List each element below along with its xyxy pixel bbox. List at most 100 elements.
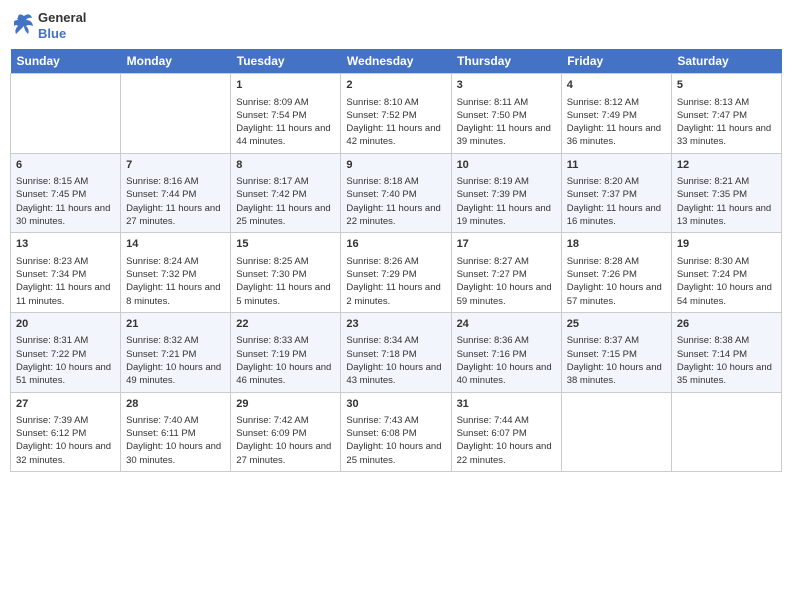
weekday-header-row: SundayMondayTuesdayWednesdayThursdayFrid… [11, 49, 782, 74]
calendar-cell: 28Sunrise: 7:40 AMSunset: 6:11 PMDayligh… [121, 392, 231, 472]
calendar-cell: 7 Sunrise: 8:16 AMSunset: 7:44 PMDaylight… [121, 153, 231, 233]
day-number: 6 [16, 158, 115, 173]
calendar-cell: 22Sunrise: 8:33 AMSunset: 7:19 PMDayligh… [231, 312, 341, 392]
day-number: 8 [236, 158, 335, 173]
day-info: Sunrise: 8:33 AMSunset: 7:19 PMDaylight:… [236, 334, 335, 387]
day-info: Sunrise: 8:25 AMSunset: 7:30 PMDaylight:… [236, 255, 335, 308]
calendar-cell: 25Sunrise: 8:37 AMSunset: 7:15 PMDayligh… [561, 312, 671, 392]
day-info: Sunrise: 8:17 AMSunset: 7:42 PMDaylight:… [236, 175, 335, 228]
day-info: Sunrise: 8:12 AMSunset: 7:49 PMDaylight:… [567, 96, 666, 149]
calendar-cell: 2Sunrise: 8:10 AMSunset: 7:52 PMDaylight… [341, 74, 451, 154]
calendar-cell: 11 Sunrise: 8:20 AMSunset: 7:37 PMDayligh… [561, 153, 671, 233]
day-info: Sunrise: 7:39 AMSunset: 6:12 PMDaylight:… [16, 414, 115, 467]
day-number: 9 [346, 158, 445, 173]
day-info: Sunrise: 8:24 AMSunset: 7:32 PMDaylight:… [126, 255, 225, 308]
calendar-cell: 12 Sunrise: 8:21 AMSunset: 7:35 PMDayligh… [671, 153, 781, 233]
day-number: 11 [567, 158, 666, 173]
weekday-header-thursday: Thursday [451, 49, 561, 74]
calendar-cell: 23Sunrise: 8:34 AMSunset: 7:18 PMDayligh… [341, 312, 451, 392]
day-info: Sunrise: 8:13 AMSunset: 7:47 PMDaylight:… [677, 96, 776, 149]
day-number: 3 [457, 78, 556, 93]
calendar-cell: 5 Sunrise: 8:13 AMSunset: 7:47 PMDaylight… [671, 74, 781, 154]
day-number: 17 [457, 237, 556, 252]
day-info: Sunrise: 8:11 AMSunset: 7:50 PMDaylight:… [457, 96, 556, 149]
calendar-cell: 10 Sunrise: 8:19 AMSunset: 7:39 PMDayligh… [451, 153, 561, 233]
calendar-week-4: 27 Sunrise: 7:39 AMSunset: 6:12 PMDayligh… [11, 392, 782, 472]
calendar-week-1: 6 Sunrise: 8:15 AMSunset: 7:45 PMDaylight… [11, 153, 782, 233]
calendar-cell: 30 Sunrise: 7:43 AMSunset: 6:08 PMDayligh… [341, 392, 451, 472]
day-info: Sunrise: 8:10 AMSunset: 7:52 PMDaylight:… [346, 96, 445, 149]
day-info: Sunrise: 7:44 AMSunset: 6:07 PMDaylight:… [457, 414, 556, 467]
calendar-cell [561, 392, 671, 472]
calendar-cell: 16 Sunrise: 8:26 AMSunset: 7:29 PMDayligh… [341, 233, 451, 313]
calendar-cell: 3 Sunrise: 8:11 AMSunset: 7:50 PMDaylight… [451, 74, 561, 154]
calendar-table: SundayMondayTuesdayWednesdayThursdayFrid… [10, 49, 782, 472]
day-number: 31 [457, 397, 556, 412]
calendar-cell [11, 74, 121, 154]
logo: General Blue [14, 10, 86, 41]
day-info: Sunrise: 8:15 AMSunset: 7:45 PMDaylight:… [16, 175, 115, 228]
calendar-cell: 9 Sunrise: 8:18 AMSunset: 7:40 PMDaylight… [341, 153, 451, 233]
day-info: Sunrise: 8:36 AMSunset: 7:16 PMDaylight:… [457, 334, 556, 387]
day-number: 13 [16, 237, 115, 252]
day-info: Sunrise: 8:26 AMSunset: 7:29 PMDaylight:… [346, 255, 445, 308]
day-number: 15 [236, 237, 335, 252]
day-info: Sunrise: 8:23 AMSunset: 7:34 PMDaylight:… [16, 255, 115, 308]
calendar-cell: 21 Sunrise: 8:32 AMSunset: 7:21 PMDayligh… [121, 312, 231, 392]
day-info: Sunrise: 8:16 AMSunset: 7:44 PMDaylight:… [126, 175, 225, 228]
calendar-week-0: 1Sunrise: 8:09 AMSunset: 7:54 PMDaylight… [11, 74, 782, 154]
day-info: Sunrise: 8:20 AMSunset: 7:37 PMDaylight:… [567, 175, 666, 228]
calendar-cell: 6 Sunrise: 8:15 AMSunset: 7:45 PMDaylight… [11, 153, 121, 233]
calendar-cell: 4 Sunrise: 8:12 AMSunset: 7:49 PMDaylight… [561, 74, 671, 154]
day-number: 30 [346, 397, 445, 412]
calendar-cell: 8 Sunrise: 8:17 AMSunset: 7:42 PMDaylight… [231, 153, 341, 233]
calendar-cell: 31 Sunrise: 7:44 AMSunset: 6:07 PMDayligh… [451, 392, 561, 472]
day-number: 4 [567, 78, 666, 93]
day-number: 14 [126, 237, 225, 252]
weekday-header-saturday: Saturday [671, 49, 781, 74]
day-info: Sunrise: 8:21 AMSunset: 7:35 PMDaylight:… [677, 175, 776, 228]
day-number: 23 [346, 317, 445, 332]
calendar-body: 1Sunrise: 8:09 AMSunset: 7:54 PMDaylight… [11, 74, 782, 472]
day-number: 12 [677, 158, 776, 173]
day-info: Sunrise: 8:18 AMSunset: 7:40 PMDaylight:… [346, 175, 445, 228]
calendar-cell: 1Sunrise: 8:09 AMSunset: 7:54 PMDaylight… [231, 74, 341, 154]
day-number: 29 [236, 397, 335, 412]
logo-text: General Blue [38, 10, 86, 41]
day-info: Sunrise: 8:19 AMSunset: 7:39 PMDaylight:… [457, 175, 556, 228]
calendar-cell [671, 392, 781, 472]
day-number: 20 [16, 317, 115, 332]
day-info: Sunrise: 7:40 AMSunset: 6:11 PMDaylight:… [126, 414, 225, 467]
weekday-header-friday: Friday [561, 49, 671, 74]
day-number: 16 [346, 237, 445, 252]
calendar-cell: 17 Sunrise: 8:27 AMSunset: 7:27 PMDayligh… [451, 233, 561, 313]
calendar-week-2: 13 Sunrise: 8:23 AMSunset: 7:34 PMDayligh… [11, 233, 782, 313]
day-number: 18 [567, 237, 666, 252]
day-info: Sunrise: 8:09 AMSunset: 7:54 PMDaylight:… [236, 96, 335, 149]
day-number: 26 [677, 317, 776, 332]
day-info: Sunrise: 8:31 AMSunset: 7:22 PMDaylight:… [16, 334, 115, 387]
calendar-header: SundayMondayTuesdayWednesdayThursdayFrid… [11, 49, 782, 74]
calendar-week-3: 20 Sunrise: 8:31 AMSunset: 7:22 PMDayligh… [11, 312, 782, 392]
day-number: 19 [677, 237, 776, 252]
day-info: Sunrise: 8:32 AMSunset: 7:21 PMDaylight:… [126, 334, 225, 387]
day-number: 7 [126, 158, 225, 173]
day-info: Sunrise: 8:30 AMSunset: 7:24 PMDaylight:… [677, 255, 776, 308]
day-number: 5 [677, 78, 776, 93]
day-info: Sunrise: 7:42 AMSunset: 6:09 PMDaylight:… [236, 414, 335, 467]
day-info: Sunrise: 7:43 AMSunset: 6:08 PMDaylight:… [346, 414, 445, 467]
calendar-cell: 18 Sunrise: 8:28 AMSunset: 7:26 PMDayligh… [561, 233, 671, 313]
day-info: Sunrise: 8:37 AMSunset: 7:15 PMDaylight:… [567, 334, 666, 387]
day-number: 27 [16, 397, 115, 412]
calendar-cell: 27 Sunrise: 7:39 AMSunset: 6:12 PMDayligh… [11, 392, 121, 472]
page-header: General Blue [10, 10, 782, 41]
day-info: Sunrise: 8:28 AMSunset: 7:26 PMDaylight:… [567, 255, 666, 308]
day-number: 21 [126, 317, 225, 332]
weekday-header-sunday: Sunday [11, 49, 121, 74]
weekday-header-tuesday: Tuesday [231, 49, 341, 74]
day-number: 10 [457, 158, 556, 173]
day-info: Sunrise: 8:27 AMSunset: 7:27 PMDaylight:… [457, 255, 556, 308]
weekday-header-monday: Monday [121, 49, 231, 74]
logo-line1: General [38, 10, 86, 26]
calendar-cell: 13 Sunrise: 8:23 AMSunset: 7:34 PMDayligh… [11, 233, 121, 313]
